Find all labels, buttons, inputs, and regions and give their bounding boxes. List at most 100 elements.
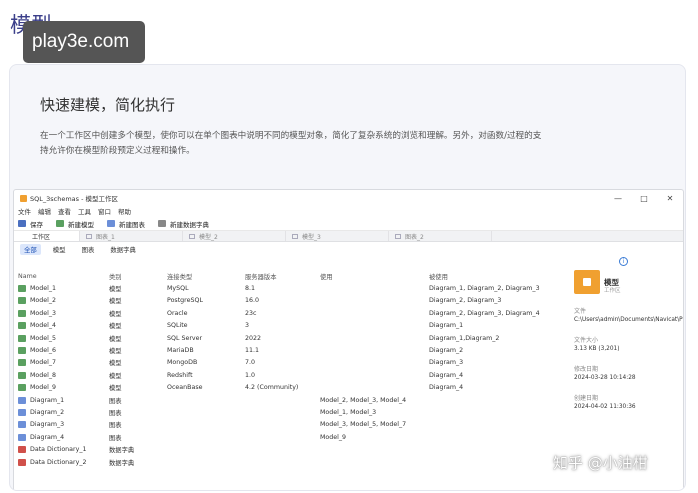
info-icon[interactable]: i: [619, 257, 628, 266]
row-name: Diagram_3: [30, 421, 65, 429]
filter-tabs: 全部 模型 图表 数据字典: [14, 242, 683, 256]
row-name: Model_4: [30, 322, 57, 330]
row-connection: OceanBase: [167, 384, 203, 392]
model-icon: [18, 309, 26, 317]
row-uses: Model_1, Model_3: [320, 408, 377, 416]
table-row[interactable]: Diagram_2 图表 Model_1, Model_3: [18, 406, 558, 418]
row-used-by: Diagram_3: [429, 359, 464, 367]
row-name: Model_7: [30, 359, 57, 367]
minimize-button[interactable]: —: [605, 194, 631, 203]
maximize-button[interactable]: □: [631, 194, 657, 203]
new-model-button[interactable]: 新建模型: [56, 219, 94, 229]
row-category: 模型: [109, 335, 122, 343]
menu-help[interactable]: 帮助: [118, 206, 131, 217]
row-name-cell: Model_6: [18, 347, 109, 355]
menu-file[interactable]: 文件: [18, 206, 31, 217]
table-row[interactable]: Model_5 模型 SQL Server 2022 Diagram_1,Diagram…: [18, 332, 558, 344]
row-name: Model_9: [30, 384, 57, 392]
save-button[interactable]: 保存: [18, 219, 43, 229]
new-dictionary-button[interactable]: 新建数据字典: [158, 219, 209, 229]
column-header[interactable]: 被使用: [429, 272, 558, 281]
row-connection: Oracle: [167, 309, 188, 317]
model-icon: [18, 359, 26, 367]
row-name: Model_6: [30, 347, 57, 355]
column-header[interactable]: Name: [18, 273, 109, 280]
row-connection: SQL Server: [167, 334, 203, 342]
menu-view[interactable]: 查看: [58, 206, 71, 217]
toolbar: 保存 新建模型 新建图表 新建数据字典: [14, 217, 683, 231]
row-version: 7.0: [245, 359, 256, 367]
model-icon: [18, 285, 26, 293]
diagram-icon: [18, 421, 26, 429]
tab-model-3[interactable]: 模型_3: [286, 231, 389, 241]
tab-workspace[interactable]: 工作区: [14, 231, 80, 241]
table-row[interactable]: Model_6 模型 MariaDB 11.1 Diagram_2: [18, 344, 558, 356]
column-header[interactable]: 连接类型: [167, 272, 245, 281]
model-icon: [189, 233, 195, 239]
filter-dictionaries[interactable]: 数据字典: [106, 244, 140, 255]
filter-models[interactable]: 模型: [49, 244, 70, 255]
column-header[interactable]: 类别: [109, 272, 167, 281]
new-diagram-button[interactable]: 新建图表: [107, 219, 145, 229]
menu-tools[interactable]: 工具: [78, 206, 91, 217]
row-name: Model_5: [30, 334, 57, 342]
column-header[interactable]: 使用: [320, 272, 429, 281]
row-version: 2022: [245, 334, 262, 342]
filter-all[interactable]: 全部: [20, 243, 41, 255]
row-name: Model_1: [30, 285, 57, 293]
table-row[interactable]: Diagram_1 图表 Model_2, Model_3, Model_4: [18, 394, 558, 406]
table-row[interactable]: Diagram_3 图表 Model_3, Model_5, Model_7: [18, 419, 558, 431]
table-row[interactable]: Model_4 模型 SQLite 3 Diagram_1: [18, 320, 558, 332]
row-version: 16.0: [245, 297, 260, 305]
row-category: 模型: [109, 372, 122, 380]
table-row[interactable]: Model_3 模型 Oracle 23c Diagram_2, Diagram_3, …: [18, 307, 558, 319]
row-version: 23c: [245, 309, 257, 317]
tab-label: 模型_2: [199, 233, 218, 241]
menu-window[interactable]: 窗口: [98, 206, 111, 217]
model-icon: [18, 297, 26, 305]
table-row[interactable]: Model_2 模型 PostgreSQL 16.0 Diagram_2, Diagra…: [18, 295, 558, 307]
row-name: Model_2: [30, 297, 57, 305]
tab-model-2[interactable]: 模型_2: [183, 231, 286, 241]
table-row[interactable]: Model_8 模型 Redshift 1.0 Diagram_4: [18, 369, 558, 381]
row-name-cell: Model_2: [18, 297, 109, 305]
table-row[interactable]: Data Dictionary_2 数据字典: [18, 456, 558, 468]
table-row[interactable]: Model_7 模型 MongoDB 7.0 Diagram_3: [18, 357, 558, 369]
details-subtitle: 工作区: [604, 288, 621, 294]
column-header[interactable]: 服务器版本: [245, 272, 320, 281]
row-uses: Model_3, Model_5, Model_7: [320, 421, 407, 429]
card-title: 快速建模，简化执行: [40, 96, 176, 114]
row-name: Data Dictionary_1: [30, 446, 87, 454]
new-model-icon: [56, 220, 64, 227]
row-category: 模型: [109, 298, 122, 306]
row-category: 数据字典: [109, 447, 135, 455]
row-name-cell: Model_3: [18, 309, 109, 317]
row-name-cell: Model_1: [18, 285, 109, 293]
details-panel: 模型 工作区 文件 C:\Users\admin\Documents\Navic…: [574, 270, 683, 410]
row-name-cell: Data Dictionary_2: [18, 458, 109, 466]
table-row[interactable]: Model_9 模型 OceanBase 4.2 (Community) Diagram…: [18, 382, 558, 394]
row-used-by: Diagram_2: [429, 347, 464, 355]
diagram-icon: [18, 408, 26, 416]
table-row[interactable]: Model_1 模型 MySQL 8.1 Diagram_1, Diagram_2, D…: [18, 282, 558, 294]
row-category: 图表: [109, 434, 122, 442]
filter-diagrams[interactable]: 图表: [78, 244, 99, 255]
tab-diagram-1[interactable]: 图表_1: [80, 231, 183, 241]
new-model-label: 新建模型: [68, 220, 94, 229]
data-dictionary-icon: [18, 458, 26, 466]
menu-edit[interactable]: 编辑: [38, 206, 51, 217]
close-button[interactable]: ✕: [657, 194, 683, 203]
table-row[interactable]: Diagram_4 图表 Model_9: [18, 431, 558, 443]
created-value: 2024-04-02 11:30:36: [574, 404, 636, 410]
app-window: SQL_3schemas - 模型工作区 — □ ✕ 文件 编辑 查看 工具 窗…: [13, 189, 684, 490]
table-row[interactable]: Data Dictionary_1 数据字典: [18, 443, 558, 455]
size-value: 3.13 KB (3,201): [574, 346, 620, 352]
tab-diagram-2[interactable]: 图表_2: [389, 231, 492, 241]
modified-value: 2024-03-28 10:14:28: [574, 375, 636, 381]
site-watermark: play3e.com: [23, 21, 145, 63]
new-dictionary-label: 新建数据字典: [170, 220, 209, 229]
row-category: 模型: [109, 385, 122, 393]
file-label: 文件: [574, 308, 587, 315]
model-icon: [18, 384, 26, 392]
window-titlebar: SQL_3schemas - 模型工作区 — □ ✕: [14, 190, 683, 206]
